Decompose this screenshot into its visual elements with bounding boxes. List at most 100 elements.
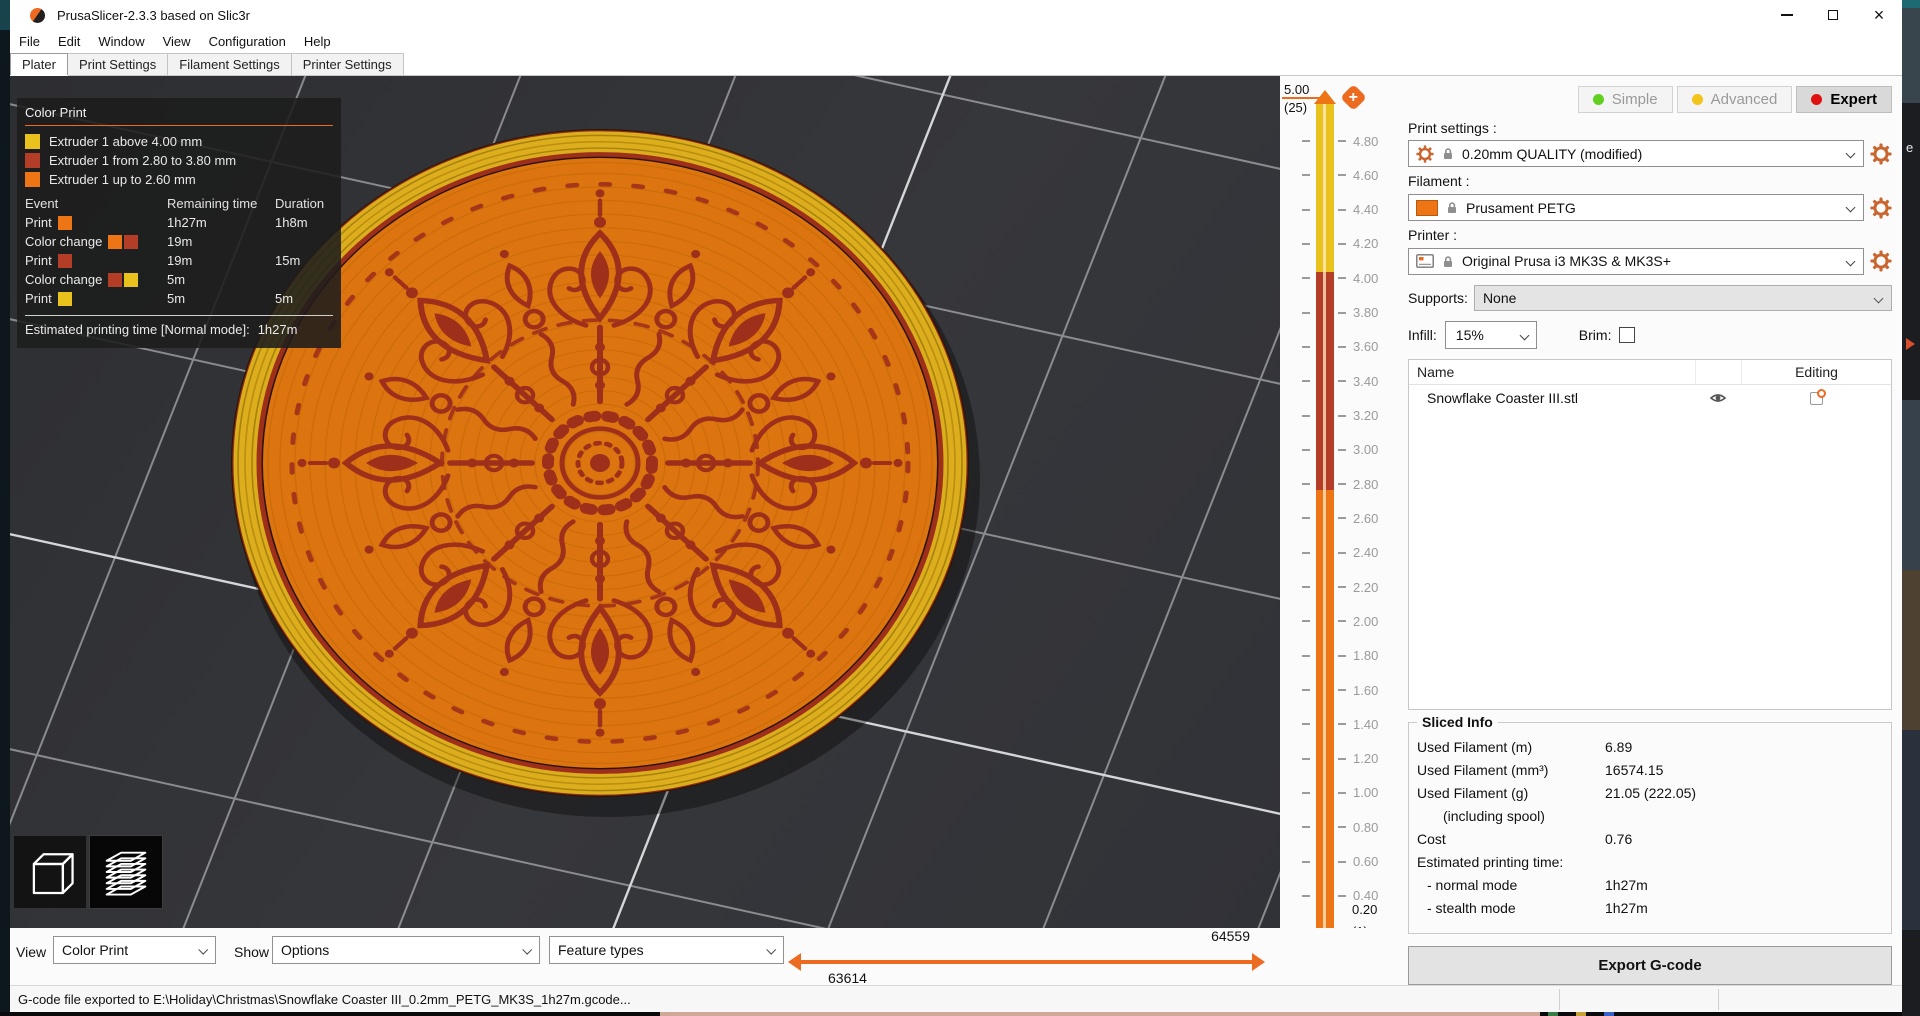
object-row[interactable]: Snowflake Coaster III.stl <box>1409 385 1891 412</box>
brim-checkbox[interactable] <box>1619 326 1636 343</box>
tab-filament-settings[interactable]: Filament Settings <box>167 53 292 75</box>
show-dropdown[interactable]: Options <box>272 936 540 964</box>
mode-label: Expert <box>1830 90 1877 108</box>
gcode-preview-viewport[interactable]: .f{fill:#9e301b;stroke:none} <box>10 76 1280 928</box>
minimize-button[interactable] <box>1764 0 1810 30</box>
layer-slider: 5.00 (25) + 4.80 4.60 4.40 4.20 4.00 3.8… <box>1280 76 1398 966</box>
printer-dropdown[interactable]: Original Prusa i3 MK3S & MK3S+ <box>1408 247 1864 275</box>
title-bar: PrusaSlicer-2.3.3 based on Slic3r × <box>10 0 1902 30</box>
background-content <box>1902 730 1920 930</box>
layer-slider-upper-handle[interactable] <box>1314 90 1336 104</box>
infill-value: 15% <box>1455 326 1484 343</box>
printer-value: Original Prusa i3 MK3S & MK3S+ <box>1462 253 1671 270</box>
window-controls: × <box>1764 0 1902 30</box>
edit-filament-button[interactable] <box>1870 196 1892 219</box>
menu-view[interactable]: View <box>154 31 200 52</box>
event-color-swatch <box>108 234 123 249</box>
editor-view-button[interactable] <box>14 836 86 908</box>
layers-stack-icon <box>105 851 147 896</box>
edit-print-settings-button[interactable] <box>1870 142 1892 165</box>
object-editing-button[interactable] <box>1741 388 1891 405</box>
filament-dropdown[interactable]: Prusament PETG <box>1408 194 1864 222</box>
feature-types-dropdown[interactable]: Feature types <box>549 936 784 964</box>
tab-print-settings[interactable]: Print Settings <box>66 53 169 75</box>
extruder-label: Extruder 1 above 4.00 mm <box>49 133 203 149</box>
export-gcode-button[interactable]: Export G-code <box>1408 945 1892 986</box>
sliced-info-title: Sliced Info <box>1417 714 1498 731</box>
sliced-info-row: Estimated printing time: <box>1417 853 1564 870</box>
event-row: Color change 19m <box>25 232 333 251</box>
infill-label: Infill: <box>1408 326 1437 343</box>
menu-help[interactable]: Help <box>295 31 340 52</box>
view-mode-buttons <box>14 835 163 909</box>
event-label: Print <box>25 253 52 268</box>
print-settings-label: Print settings : <box>1408 119 1497 136</box>
sliced-info-row: - stealth mode 1h27m <box>1427 899 1648 916</box>
status-divider <box>1559 989 1560 1010</box>
print-settings-dropdown[interactable]: 0.20mm QUALITY (modified) <box>1408 140 1864 168</box>
sliced-info-row: Used Filament (g) 21.05 (222.05) <box>1417 784 1697 801</box>
event-color-swatch <box>124 272 139 287</box>
estimated-time-row: Estimated printing time [Normal mode]: 1… <box>25 322 333 340</box>
prusaslicer-window: PrusaSlicer-2.3.3 based on Slic3r × File… <box>0 0 1920 1016</box>
menu-edit[interactable]: Edit <box>49 31 89 52</box>
mode-advanced-button[interactable]: Advanced <box>1676 86 1793 113</box>
object-name: Snowflake Coaster III.stl <box>1427 390 1578 407</box>
background-window-accent <box>1902 0 1920 8</box>
mode-simple-button[interactable]: Simple <box>1577 86 1673 113</box>
print-settings-value: 0.20mm QUALITY (modified) <box>1462 145 1643 162</box>
tab-plater[interactable]: Plater <box>10 53 68 75</box>
play-triangle-icon <box>1906 338 1915 350</box>
edit-printer-button[interactable] <box>1870 250 1892 273</box>
toggle-visibility-button[interactable] <box>1695 391 1741 405</box>
horizontal-move-slider[interactable] <box>788 953 1265 971</box>
supports-dropdown[interactable]: None <box>1473 284 1892 311</box>
legend-extruder-item: Extruder 1 above 4.00 mm <box>25 132 333 150</box>
filament-value: Prusament PETG <box>1466 199 1576 216</box>
extruder-color-swatch <box>25 152 40 168</box>
simple-mode-dot-icon <box>1592 93 1604 105</box>
status-bar: G-code file exported to E:\Holiday\Chris… <box>10 985 1902 1012</box>
sliced-info-row: Used Filament (m) 6.89 <box>1417 738 1633 755</box>
legend-accent-rule <box>25 125 333 126</box>
mode-expert-button[interactable]: Expert <box>1796 86 1892 113</box>
menu-file[interactable]: File <box>10 31 49 52</box>
menu-window[interactable]: Window <box>89 31 153 52</box>
view-label: View <box>16 944 47 960</box>
advanced-mode-dot-icon <box>1691 93 1703 105</box>
slider-left-arrow-handle[interactable] <box>788 953 801 971</box>
extruder-color-swatch <box>25 171 40 187</box>
event-remaining: 19m <box>167 253 193 268</box>
event-row: Color change 5m <box>25 270 333 289</box>
mode-selector: Simple Advanced Expert <box>1408 86 1892 113</box>
sliced-info-row: (including spool) <box>1443 807 1545 824</box>
background-content <box>1902 400 1920 570</box>
add-color-change-button[interactable]: + <box>1340 84 1367 111</box>
supports-value: None <box>1482 289 1517 306</box>
supports-row: Supports: None <box>1408 284 1892 311</box>
status-message: G-code file exported to E:\Holiday\Chris… <box>18 991 631 1007</box>
taskbar-sliver <box>0 1012 1920 1016</box>
remaining-header: Remaining time <box>167 196 258 211</box>
object-list: Name Editing Snowflake Coaster III.stl <box>1408 358 1892 711</box>
maximize-button[interactable] <box>1810 0 1856 30</box>
menu-configuration[interactable]: Configuration <box>200 31 295 52</box>
event-header: Event <box>25 196 59 211</box>
preview-layers-button[interactable] <box>89 835 163 909</box>
show-label: Show <box>234 944 270 960</box>
tab-printer-settings[interactable]: Printer Settings <box>290 53 404 75</box>
move-slider-max-value: 64559 <box>1211 928 1250 944</box>
menu-bar: File Edit Window View Configuration Help <box>10 30 1902 53</box>
view-type-dropdown[interactable]: Color Print <box>53 936 216 964</box>
background-window-header <box>1902 8 1920 103</box>
infill-dropdown[interactable]: 15% <box>1444 320 1537 349</box>
taskbar-icon <box>1576 1012 1586 1016</box>
close-button[interactable]: × <box>1856 0 1902 30</box>
sliced-info-row: Used Filament (mm³) 16574.15 <box>1417 761 1664 778</box>
cube-3d-icon <box>32 853 74 895</box>
event-label: Print <box>25 215 52 230</box>
slider-right-arrow-handle[interactable] <box>1252 953 1265 971</box>
eye-icon <box>1710 394 1726 403</box>
chevron-down-icon <box>1845 202 1856 213</box>
printer-row: Original Prusa i3 MK3S & MK3S+ <box>1408 247 1892 275</box>
